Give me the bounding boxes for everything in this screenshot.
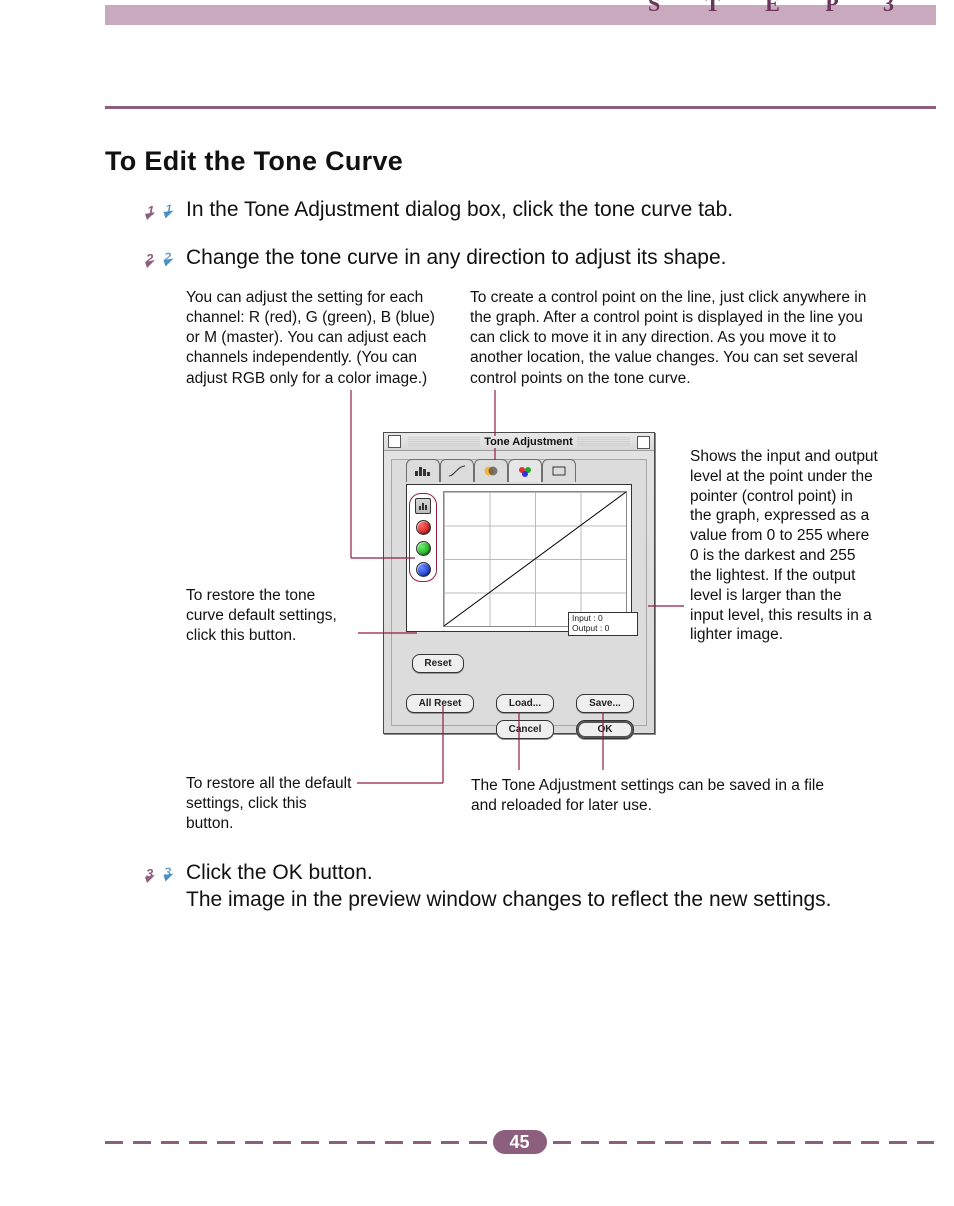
step-bullet-2: 2 2 <box>136 240 176 280</box>
dialog-titlebar[interactable]: Tone Adjustment <box>384 433 654 451</box>
reset-button[interactable]: Reset <box>412 654 464 673</box>
dialog-content: Input : 0 Output : 0 Reset All Reset Loa… <box>391 459 647 726</box>
divider-rule <box>105 106 936 109</box>
para-right: To create a control point on the line, j… <box>470 288 890 389</box>
dialog-title: Tone Adjustment <box>480 436 577 448</box>
load-button[interactable]: Load... <box>496 694 554 713</box>
step-3-heading: Click the OK button. <box>186 861 373 885</box>
callout-reset: To restore the tone curve default settin… <box>186 586 356 645</box>
cancel-button[interactable]: Cancel <box>496 720 554 739</box>
all-reset-button[interactable]: All Reset <box>406 694 474 713</box>
io-output-value: Output : 0 <box>572 624 634 634</box>
channel-red-icon[interactable] <box>416 520 431 535</box>
callout-allreset: To restore all the default settings, cli… <box>186 774 356 833</box>
page-title: To Edit the Tone Curve <box>105 146 403 177</box>
tab-levels[interactable] <box>542 459 576 482</box>
channel-green-icon[interactable] <box>416 541 431 556</box>
para-left: You can adjust the setting for each chan… <box>186 288 436 389</box>
step-bullet-1: 1 1 <box>136 192 176 232</box>
window-box-icon[interactable] <box>637 436 650 449</box>
io-readout: Input : 0 Output : 0 <box>568 612 638 636</box>
page: S T E P 3 To Edit the Tone Curve 1 1 In … <box>0 0 954 1206</box>
callout-saveload: The Tone Adjustment settings can be save… <box>471 776 841 816</box>
callout-io: Shows the input and output level at the … <box>690 447 878 645</box>
channel-blue-icon[interactable] <box>416 562 431 577</box>
channel-master-icon[interactable] <box>415 498 431 514</box>
tone-curve-panel <box>406 484 632 632</box>
header-bar: S T E P 3 <box>105 5 936 25</box>
close-icon[interactable] <box>388 435 401 448</box>
dialog-tabs <box>406 459 576 482</box>
step-2-text: Change the tone curve in any direction t… <box>186 246 727 270</box>
ok-button[interactable]: OK <box>576 720 634 739</box>
step-label: S T E P 3 <box>648 0 914 17</box>
step-3-body: The image in the preview window changes … <box>186 888 832 912</box>
step-bullet-3: 3 3 <box>136 855 176 895</box>
page-number-badge: 45 <box>493 1130 547 1154</box>
tone-curve-graph[interactable] <box>443 491 627 627</box>
tab-bc[interactable] <box>474 459 508 482</box>
page-footer: 45 <box>105 1132 934 1152</box>
tone-adjustment-dialog: Tone Adjustment <box>383 432 655 734</box>
tab-curve[interactable] <box>440 459 474 482</box>
tab-histogram[interactable] <box>406 459 440 482</box>
step-1-text: In the Tone Adjustment dialog box, click… <box>186 198 733 222</box>
footer-dashes-left <box>105 1141 487 1144</box>
channel-selector <box>409 493 437 582</box>
footer-dashes-right <box>553 1141 935 1144</box>
tab-channel-mixer[interactable] <box>508 459 542 482</box>
save-button[interactable]: Save... <box>576 694 634 713</box>
